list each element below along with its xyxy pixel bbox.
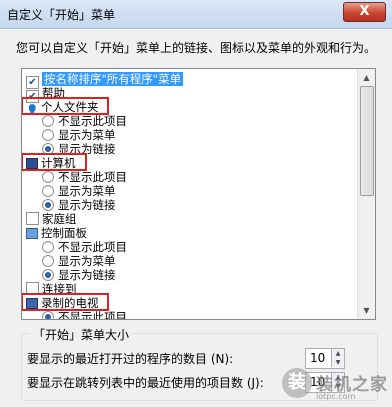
computer-link-option[interactable]: 显示为链接 [42, 198, 116, 212]
radio-button[interactable] [42, 115, 54, 127]
description-text: 您可以自定义「开始」菜单上的链接、图标以及菜单的外观和行为。 [16, 41, 377, 55]
checkbox[interactable] [26, 212, 39, 225]
vertical-scrollbar[interactable]: ▲ ▼ [357, 69, 375, 319]
homegroup-option[interactable]: 家庭组 [26, 212, 77, 226]
start-menu-size-title: 「开始」菜单大小 [30, 326, 133, 343]
option-label: 显示为菜单 [58, 184, 116, 198]
radio-button[interactable] [42, 241, 54, 253]
jump-list-items-label: 要显示在跳转列表中的最近使用的项目数 (J): [27, 376, 264, 390]
annotation-box-personal-folder [22, 97, 109, 115]
site-watermark: 装 装机之家 lotpc.com [282, 368, 390, 405]
control-panel-menu-option[interactable]: 显示为菜单 [42, 254, 116, 268]
close-button[interactable]: X [343, 2, 386, 22]
customize-start-menu-dialog: 自定义「开始」菜单 X 您可以自定义「开始」菜单上的链接、图标以及菜单的外观和行… [0, 0, 392, 407]
option-label: 显示为菜单 [58, 128, 116, 142]
radio-button[interactable] [42, 171, 54, 183]
scroll-down-icon[interactable]: ▼ [358, 302, 375, 319]
computer-hide-option[interactable]: 不显示此项目 [42, 170, 127, 184]
recent-programs-value[interactable]: 10 [310, 351, 325, 365]
radio-button[interactable] [42, 185, 54, 197]
control-panel-link-option[interactable]: 显示为链接 [42, 268, 116, 282]
radio-button[interactable] [42, 311, 54, 319]
personal-folder-hide-option[interactable]: 不显示此项目 [42, 114, 127, 128]
option-label: 不显示此项目 [58, 114, 127, 128]
computer-menu-option[interactable]: 显示为菜单 [42, 184, 116, 198]
control-panel-header: 控制面板 [26, 226, 87, 240]
spin-down-icon[interactable]: ▼ [331, 358, 344, 367]
option-label: 按名称排序"所有程序"菜单 [42, 72, 184, 86]
title-bar: 自定义「开始」菜单 X [0, 0, 392, 29]
option-label: 显示为菜单 [58, 254, 116, 268]
option-label: 显示为链接 [58, 198, 116, 212]
scroll-up-icon[interactable]: ▲ [358, 69, 375, 86]
annotation-box-recorded-tv [22, 293, 109, 311]
radio-button[interactable] [42, 199, 54, 211]
personal-folder-menu-option[interactable]: 显示为菜单 [42, 128, 116, 142]
control-panel-hide-option[interactable]: 不显示此项目 [42, 240, 127, 254]
scrollbar-thumb[interactable] [360, 86, 374, 196]
radio-button[interactable] [42, 269, 54, 281]
option-label: 家庭组 [42, 212, 77, 226]
option-label: 不显示此项目 [58, 310, 127, 320]
sort-all-programs-option[interactable]: ✔ 按名称排序"所有程序"菜单 [26, 72, 184, 89]
window-title: 自定义「开始」菜单 [7, 8, 116, 22]
recorded-tv-hide-option[interactable]: 不显示此项目 [42, 310, 127, 320]
option-label: 控制面板 [41, 226, 87, 240]
control-panel-icon [26, 228, 38, 239]
annotation-box-computer [22, 153, 87, 171]
recent-programs-stepper[interactable]: 10 ▲ ▼ [305, 348, 345, 369]
option-label: 不显示此项目 [58, 170, 127, 184]
option-label: 不显示此项目 [58, 240, 127, 254]
option-label: 显示为链接 [58, 268, 116, 282]
options-list[interactable]: ✔ 按名称排序"所有程序"菜单 ✔ 帮助 👤 个人文件夹 不显示此项目 显示为菜单 显… [21, 68, 376, 320]
recent-programs-label: 要显示的最近打开过的程序的数目 (N): [27, 352, 234, 366]
radio-button[interactable] [42, 129, 54, 141]
watermark-logo-icon: 装 [282, 368, 312, 398]
watermark-url: lotpc.com [316, 392, 356, 401]
radio-button[interactable] [42, 255, 54, 267]
